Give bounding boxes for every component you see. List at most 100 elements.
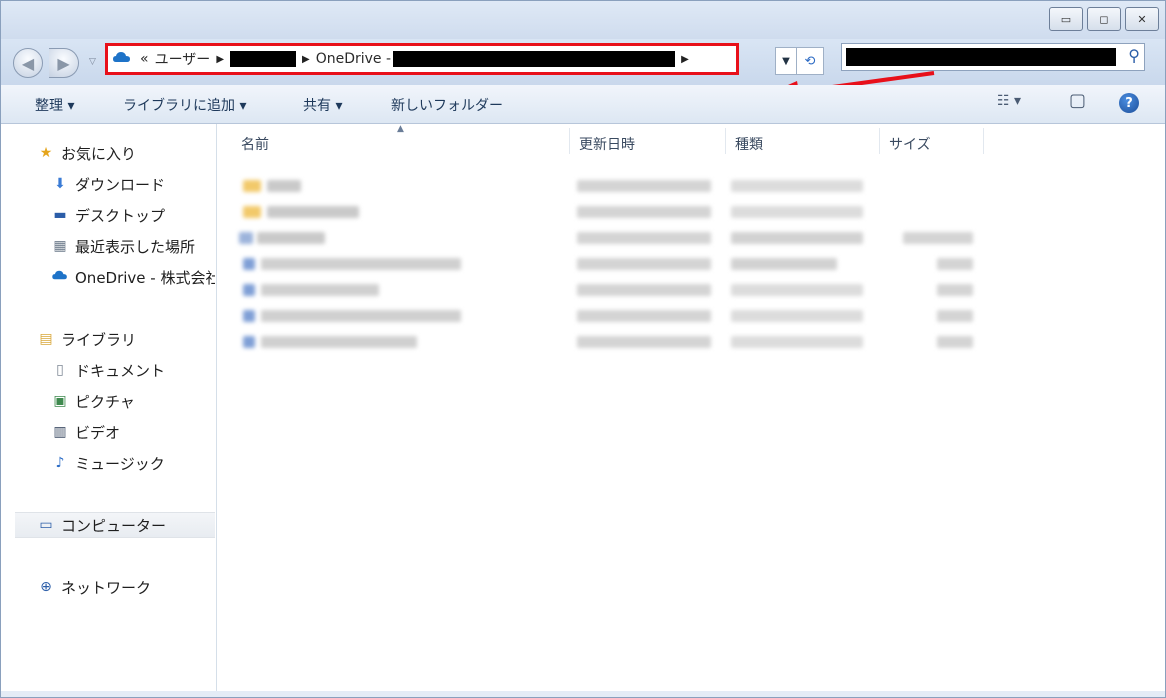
search-icon[interactable]: ⚲ — [1128, 46, 1140, 65]
blurred-name — [267, 180, 301, 192]
blurred-name — [261, 336, 417, 348]
nav-label: ミュージック — [75, 454, 165, 473]
nav-desktop[interactable]: ▬ デスクトップ — [51, 202, 215, 228]
organize-menu[interactable]: 整理 ▾ — [35, 95, 74, 115]
redacted-breadcrumb — [393, 51, 676, 67]
breadcrumb-onedrive[interactable]: OneDrive - — [316, 51, 391, 67]
column-divider[interactable] — [879, 128, 880, 154]
nav-videos[interactable]: ▥ ビデオ — [51, 419, 215, 445]
documents-icon: ▯ — [56, 362, 64, 378]
breadcrumb-separator-icon[interactable]: ▶ — [681, 54, 689, 65]
column-header-modified[interactable]: 更新日時 — [579, 134, 635, 154]
nav-label: ネットワーク — [61, 578, 152, 597]
blurred-name — [267, 206, 359, 218]
nav-computer[interactable]: ▭ コンピューター — [15, 512, 215, 538]
nav-label: ライブラリ — [61, 330, 137, 349]
blurred-type — [731, 232, 863, 244]
computer-icon: ▭ — [39, 517, 53, 533]
blurred-name — [261, 310, 461, 322]
nav-network[interactable]: ⊕ ネットワーク — [37, 574, 215, 600]
blurred-type — [731, 284, 863, 296]
desktop-icon: ▬ — [53, 207, 67, 223]
nav-label: コンピューター — [61, 516, 167, 535]
network-icon: ⊕ — [40, 579, 52, 595]
blurred-type — [731, 180, 863, 192]
nav-favorites[interactable]: ★ お気に入り — [37, 140, 215, 166]
refresh-icon: ⟲ — [804, 53, 816, 69]
nav-label: OneDrive - 株式会社 — [75, 268, 215, 287]
sort-ascending-icon: ▲ — [397, 124, 404, 134]
pictures-icon: ▣ — [53, 393, 67, 409]
nav-label: ダウンロード — [75, 175, 166, 194]
table-row[interactable] — [217, 330, 977, 352]
nav-recent-places[interactable]: ▦ 最近表示した場所 — [51, 233, 215, 259]
column-divider[interactable] — [983, 128, 984, 154]
blurred-date — [577, 310, 711, 322]
table-row[interactable] — [217, 200, 977, 222]
onedrive-icon — [51, 269, 69, 285]
help-icon[interactable]: ? — [1119, 93, 1139, 113]
nav-label: ドキュメント — [75, 361, 166, 380]
blurred-size — [937, 336, 973, 348]
address-bar[interactable]: « ユーザー ▶ ▶ OneDrive - ▶ — [105, 43, 739, 75]
add-to-library-menu[interactable]: ライブラリに追加 ▾ — [123, 95, 246, 115]
new-folder-button[interactable]: 新しいフォルダー — [391, 95, 503, 115]
title-bar[interactable]: ▭ ◻ ✕ — [1, 1, 1165, 39]
preview-pane-icon[interactable]: ▢ — [1069, 90, 1086, 111]
folder-icon — [243, 180, 261, 192]
redacted-search-text — [846, 48, 1116, 66]
recent-places-icon: ▦ — [53, 238, 67, 254]
nav-onedrive[interactable]: OneDrive - 株式会社 — [51, 264, 215, 290]
blurred-size — [937, 284, 973, 296]
folder-icon — [243, 206, 261, 218]
minimize-button[interactable]: ▭ — [1049, 7, 1083, 31]
breadcrumb-overflow[interactable]: « — [140, 51, 149, 67]
forward-button[interactable]: ▶ — [49, 48, 79, 78]
column-header-size[interactable]: サイズ — [889, 134, 931, 154]
nav-pictures[interactable]: ▣ ピクチャ — [51, 388, 215, 414]
nav-documents[interactable]: ▯ ドキュメント — [51, 357, 215, 383]
table-row[interactable] — [217, 278, 977, 300]
blurred-date — [577, 180, 711, 192]
recent-pages-dropdown[interactable]: ▽ — [89, 57, 96, 67]
forward-arrow-icon: ▶ — [57, 53, 70, 73]
column-divider[interactable] — [569, 128, 570, 154]
column-header-name[interactable]: 名前 — [241, 134, 269, 154]
back-button[interactable]: ◀ — [13, 48, 43, 78]
blurred-name — [261, 284, 379, 296]
breadcrumb-separator-icon[interactable]: ▶ — [216, 54, 224, 65]
nav-music[interactable]: ♪ ミュージック — [51, 450, 215, 476]
blurred-size — [903, 232, 973, 244]
blurred-type — [731, 336, 863, 348]
close-button[interactable]: ✕ — [1125, 7, 1159, 31]
library-icon: ▤ — [39, 331, 53, 347]
breadcrumb-separator-icon[interactable]: ▶ — [302, 54, 310, 65]
music-icon: ♪ — [55, 455, 65, 471]
nav-downloads[interactable]: ⬇ ダウンロード — [51, 171, 215, 197]
blurred-size — [937, 258, 973, 270]
column-divider[interactable] — [725, 128, 726, 154]
explorer-window: ▭ ◻ ✕ ◀ ▶ ▽ « ユーザー ▶ ▶ OneDrive - ▶ ▼ ⟲ — [0, 0, 1166, 698]
blurred-type — [731, 206, 863, 218]
nav-libraries[interactable]: ▤ ライブラリ — [37, 326, 215, 352]
nav-label: ビデオ — [75, 423, 121, 442]
blurred-date — [577, 206, 711, 218]
nav-label: 最近表示した場所 — [75, 237, 196, 256]
table-row[interactable] — [217, 304, 977, 326]
blurred-size — [937, 310, 973, 322]
maximize-button[interactable]: ◻ — [1087, 7, 1121, 31]
table-row[interactable] — [217, 226, 977, 248]
table-row[interactable] — [217, 174, 977, 196]
file-icon — [243, 336, 255, 348]
nav-label: お気に入り — [61, 144, 137, 163]
address-row: ◀ ▶ ▽ « ユーザー ▶ ▶ OneDrive - ▶ ▼ ⟲ ⚲ — [1, 39, 1165, 103]
table-row[interactable] — [217, 252, 977, 274]
blurred-date — [577, 258, 711, 270]
search-input[interactable]: ⚲ — [841, 43, 1145, 71]
blurred-date — [577, 336, 711, 348]
status-bar — [1, 691, 1165, 697]
change-view-icon[interactable]: ☷ ▾ — [997, 93, 1021, 109]
share-menu[interactable]: 共有 ▾ — [303, 95, 342, 115]
breadcrumb-users[interactable]: ユーザー — [155, 49, 211, 69]
column-header-type[interactable]: 種類 — [735, 134, 763, 154]
